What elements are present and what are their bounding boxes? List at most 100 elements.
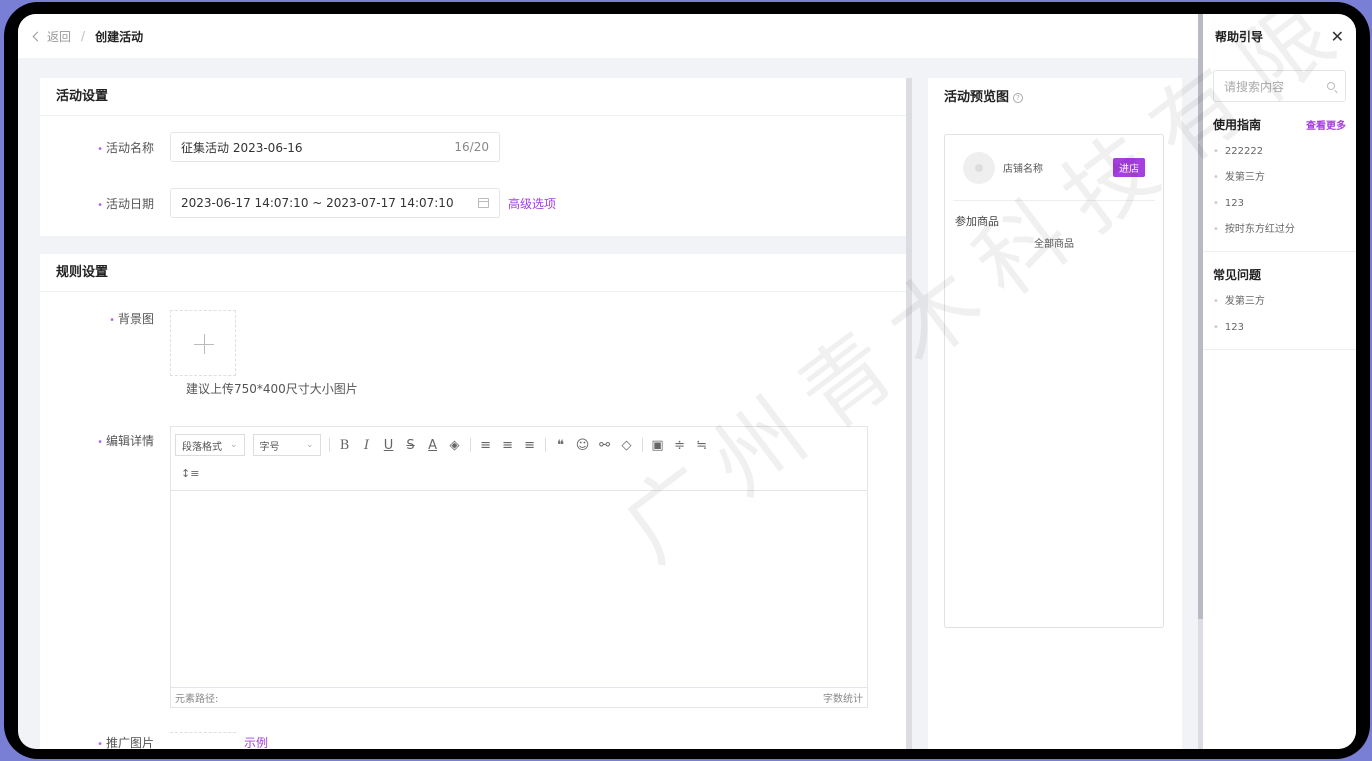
column-divider [906,78,912,749]
list-item[interactable]: 123 [1213,191,1346,217]
list-item[interactable]: 发第三方 [1213,165,1346,191]
list-item[interactable]: 123 [1213,315,1346,341]
detail-editor-row: • 编辑详情 段落格式 ⌄ 字号 ⌄ B I U S A ◈ ≡ ≡ ≡ ❝ ☺… [40,426,868,708]
search-icon[interactable] [1327,82,1335,90]
list-item[interactable]: 按时东方红过分 [1213,217,1346,243]
rich-text-editor: 段落格式 ⌄ 字号 ⌄ B I U S A ◈ ≡ ≡ ≡ ❝ ☺ ⚯ ◇ ▣ … [170,426,868,708]
rule-settings-card: 规则设置 • 背景图 建议上传750*400尺寸大小图片 • 编辑详情 段落格式… [40,254,906,749]
emoji-icon[interactable]: ☺ [576,438,590,453]
list-item[interactable]: 发第三方 [1213,289,1346,315]
toolbar-divider [544,438,546,452]
activity-name-row: • 活动名称 征集活动 2023-06-16 16/20 [40,132,500,162]
advanced-options-link[interactable]: 高级选项 [508,195,556,212]
align-left-icon[interactable]: ≡ [479,438,493,453]
italic-icon[interactable]: I [360,438,374,453]
activity-date-row: • 活动日期 2023-06-17 14:07:10 ~ 2023-07-17 1… [40,188,556,218]
activity-name-count: 16/20 [454,140,489,154]
paragraph-format-select[interactable]: 段落格式 ⌄ [175,434,245,456]
preview-panel: 活动预览图? 店铺名称 进店 参加商品 全部商品 [928,78,1182,749]
highlight-color-icon[interactable]: ◈ [448,438,462,453]
divider [1203,251,1356,252]
main-column: 活动设置 • 活动名称 征集活动 2023-06-16 16/20 • 活动日期 2… [40,78,906,749]
required-mark: • [97,199,103,211]
guide-list: 222222 发第三方 123 按时东方红过分 [1203,133,1356,243]
bold-icon[interactable]: B [338,438,352,453]
shop-header: 店铺名称 进店 [953,135,1155,201]
list-item[interactable]: 222222 [1213,139,1346,165]
required-mark: • [109,315,115,326]
breadcrumb: 返回 / 创建活动 [18,14,1198,58]
faq-title: 常见问题 [1213,268,1262,282]
guide-section-header: 使用指南 查看更多 [1203,116,1356,133]
promo-upload-button[interactable] [170,732,236,749]
example-link[interactable]: 示例 [244,734,268,750]
line-spacing-icon[interactable]: ≑ [673,438,687,453]
editor-content-area[interactable] [171,491,867,687]
font-color-icon[interactable]: A [426,438,440,453]
guide-title: 使用指南 [1213,118,1262,132]
promo-image-row: • 推广图片 示例 [40,732,268,749]
preview-title: 活动预览图? [928,78,1182,118]
chevron-left-icon [32,31,43,41]
activity-date-value: 2023-06-17 14:07:10 ~ 2023-07-17 14:07:1… [181,196,454,210]
view-more-link[interactable]: 查看更多 [1306,117,1346,132]
shop-name: 店铺名称 [1003,164,1043,175]
image-icon[interactable]: ▣ [651,438,665,453]
element-path: 元素路径: [175,694,219,705]
help-circle-icon[interactable]: ? [1013,92,1024,103]
toolbar-divider [328,438,330,452]
activity-date-picker[interactable]: 2023-06-17 14:07:10 ~ 2023-07-17 14:07:1… [170,188,500,218]
background-image-label: • 背景图 [109,312,154,326]
strikethrough-icon[interactable]: S [404,438,418,453]
calendar-icon[interactable] [478,198,489,208]
detail-label: • 编辑详情 [97,434,154,448]
all-goods-label: 全部商品 [1034,239,1074,250]
phone-preview: 店铺名称 进店 参加商品 全部商品 [944,134,1164,628]
activity-name-input[interactable]: 征集活动 2023-06-16 16/20 [170,132,500,162]
editor-toolbar: 段落格式 ⌄ 字号 ⌄ B I U S A ◈ ≡ ≡ ≡ ❝ ☺ ⚯ ◇ ▣ … [171,427,867,491]
background-upload-group [170,310,236,376]
activity-settings-card: 活动设置 • 活动名称 征集活动 2023-06-16 16/20 • 活动日期 2… [40,78,906,236]
close-icon[interactable]: ✕ [1331,27,1344,46]
help-title: 帮助引导 [1215,29,1264,44]
rule-settings-title: 规则设置 [40,254,906,292]
faq-list: 发第三方 123 [1203,283,1356,341]
page-title: 创建活动 [95,29,144,44]
background-image-hint: 建议上传750*400尺寸大小图片 [186,382,358,396]
faq-section-header: 常见问题 [1203,266,1356,283]
device-frame: 返回 / 创建活动 活动设置 • 活动名称 征集活动 2023-06-16 16/… [4,2,1370,759]
promo-image-label: • 推广图片 [97,735,154,750]
back-link[interactable]: 返回 [32,28,72,45]
app-screen: 返回 / 创建活动 活动设置 • 活动名称 征集活动 2023-06-16 16/… [18,14,1356,749]
activity-name-label: • 活动名称 [97,140,154,155]
activity-name-value: 征集活动 2023-06-16 [181,140,303,155]
join-goods-label: 参加商品 [955,215,999,228]
divider [1203,349,1356,350]
editor-footer: 元素路径: 字数统计 [171,687,867,707]
word-count: 字数统计 [823,694,863,705]
underline-icon[interactable]: U [382,438,396,453]
align-center-icon[interactable]: ≡ [501,438,515,453]
background-upload-button[interactable] [170,310,236,376]
quote-icon[interactable]: ❝ [554,438,568,453]
back-label: 返回 [47,29,72,44]
toolbar-divider [469,438,471,452]
required-mark: • [97,738,103,750]
font-size-select[interactable]: 字号 ⌄ [252,434,321,456]
background-hint-row: 建议上传750*400尺寸大小图片 [186,380,358,397]
background-image-row: • 背景图 [40,310,236,376]
help-search-input[interactable]: 请搜索内容 [1213,70,1346,102]
toolbar-divider [641,438,643,452]
activity-settings-title: 活动设置 [40,78,906,116]
align-right-icon[interactable]: ≡ [523,438,537,453]
paragraph-spacing-icon[interactable]: ≒ [695,438,709,453]
shop-avatar [963,151,995,184]
help-panel: 帮助引导 ✕ 请搜索内容 使用指南 查看更多 222222 发第三方 123 按… [1203,14,1356,749]
required-mark: • [97,143,103,155]
eraser-icon[interactable]: ◇ [620,438,634,453]
enter-shop-button[interactable]: 进店 [1113,158,1145,177]
indent-icon[interactable]: ↕≡ [181,467,199,480]
activity-date-label: • 活动日期 [97,196,154,211]
breadcrumb-separator: / [81,29,86,43]
link-icon[interactable]: ⚯ [598,438,612,453]
